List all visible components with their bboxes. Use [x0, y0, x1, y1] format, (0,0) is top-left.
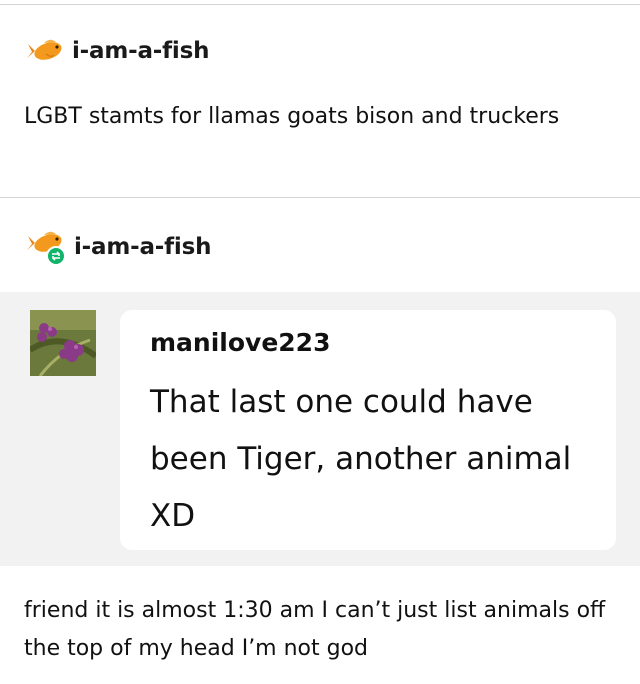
post-header: i-am-a-fish: [24, 228, 211, 266]
asker-username[interactable]: manilove223: [150, 328, 330, 357]
post-divider: [0, 197, 640, 198]
ask-panel: manilove223 That last one could have bee…: [0, 292, 640, 566]
goldfish-icon[interactable]: [24, 36, 68, 66]
goldfish-icon[interactable]: [24, 228, 70, 266]
ask-question: That last one could have been Tiger, ano…: [150, 384, 572, 534]
post-header: i-am-a-fish: [24, 36, 209, 66]
post-username[interactable]: i-am-a-fish: [74, 234, 211, 260]
ask-bubble: manilove223 That last one could have bee…: [120, 310, 616, 550]
post-text: LGBT stamts for llamas goats bison and t…: [24, 104, 560, 129]
berries-avatar[interactable]: [30, 310, 96, 376]
top-divider: [0, 4, 640, 5]
reblog-icon: [46, 246, 66, 266]
answer-text: friend it is almost 1:30 am I can’t just…: [24, 598, 606, 661]
post-username[interactable]: i-am-a-fish: [72, 38, 209, 64]
